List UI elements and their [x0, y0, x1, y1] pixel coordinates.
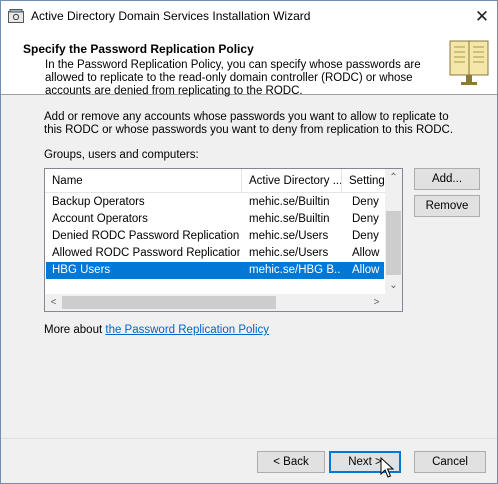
scroll-up-icon[interactable]: ⌃ — [385, 169, 402, 186]
row-setting: Allow — [352, 264, 380, 276]
row-name: Denied RODC Password Replication ... — [52, 230, 240, 242]
close-button[interactable]: ✕ — [467, 3, 497, 30]
row-ad-path: mehic.se/Builtin — [249, 213, 330, 225]
window-title: Active Directory Domain Services Install… — [31, 9, 311, 23]
cancel-button[interactable]: Cancel — [414, 451, 486, 473]
table-row[interactable]: Backup Operators mehic.se/Builtin Deny — [46, 194, 384, 211]
list-header: Name Active Directory ... Setting — [45, 169, 385, 193]
row-setting: Deny — [352, 213, 379, 225]
row-ad-path: mehic.se/Users — [249, 247, 329, 259]
scroll-left-icon[interactable]: < — [45, 294, 62, 311]
row-name: Allowed RODC Password Replication ... — [52, 247, 240, 259]
row-name: Backup Operators — [52, 196, 145, 208]
vertical-scroll-thumb[interactable] — [386, 211, 401, 275]
row-ad-path: mehic.se/HBG B... — [249, 264, 341, 276]
add-button[interactable]: Add... — [414, 168, 480, 190]
row-setting: Allow — [352, 247, 380, 259]
remove-button[interactable]: Remove — [414, 195, 480, 217]
table-row[interactable]: Denied RODC Password Replication ... meh… — [46, 228, 384, 245]
scroll-down-icon[interactable]: ⌄ — [385, 277, 402, 294]
page-title: Specify the Password Replication Policy — [23, 42, 254, 56]
back-button[interactable]: < Back — [257, 451, 325, 473]
scroll-right-icon[interactable]: > — [368, 294, 385, 311]
horizontal-scrollbar[interactable]: < > — [45, 294, 385, 311]
row-ad-path: mehic.se/Builtin — [249, 196, 330, 208]
footer-divider — [1, 438, 497, 439]
column-header-name[interactable]: Name — [45, 169, 242, 193]
table-row[interactable]: Account Operators mehic.se/Builtin Deny — [46, 211, 384, 228]
wizard-app-icon — [8, 9, 24, 23]
mouse-cursor-icon — [380, 457, 394, 478]
title-bar: Active Directory Domain Services Install… — [1, 1, 497, 31]
scrollbar-corner — [385, 294, 402, 311]
intro-text: Add or remove any accounts whose passwor… — [44, 111, 454, 136]
accounts-list[interactable]: Name Active Directory ... Setting Backup… — [44, 168, 403, 312]
row-ad-path: mehic.se/Users — [249, 230, 329, 242]
table-row-selected[interactable]: HBG Users mehic.se/HBG B... Allow — [46, 262, 384, 279]
wizard-header: Specify the Password Replication Policy … — [1, 31, 497, 97]
row-setting: Deny — [352, 230, 379, 242]
column-header-setting[interactable]: Setting — [342, 169, 385, 193]
row-name: HBG Users — [52, 264, 111, 276]
password-policy-link[interactable]: the Password Replication Policy — [105, 324, 269, 336]
more-about-prefix: More about — [44, 324, 106, 336]
page-description: In the Password Replication Policy, you … — [45, 59, 421, 97]
wizard-window: Active Directory Domain Services Install… — [0, 0, 498, 484]
row-name: Account Operators — [52, 213, 148, 225]
vertical-scrollbar[interactable]: ⌃ ⌄ — [385, 169, 402, 294]
horizontal-scroll-thumb[interactable] — [62, 296, 276, 309]
book-icon — [449, 40, 489, 85]
more-about-text: More about the Password Replication Poli… — [44, 324, 269, 336]
row-setting: Deny — [352, 196, 379, 208]
column-header-ad[interactable]: Active Directory ... — [242, 169, 342, 193]
table-row[interactable]: Allowed RODC Password Replication ... me… — [46, 245, 384, 262]
list-label: Groups, users and computers: — [44, 149, 199, 161]
